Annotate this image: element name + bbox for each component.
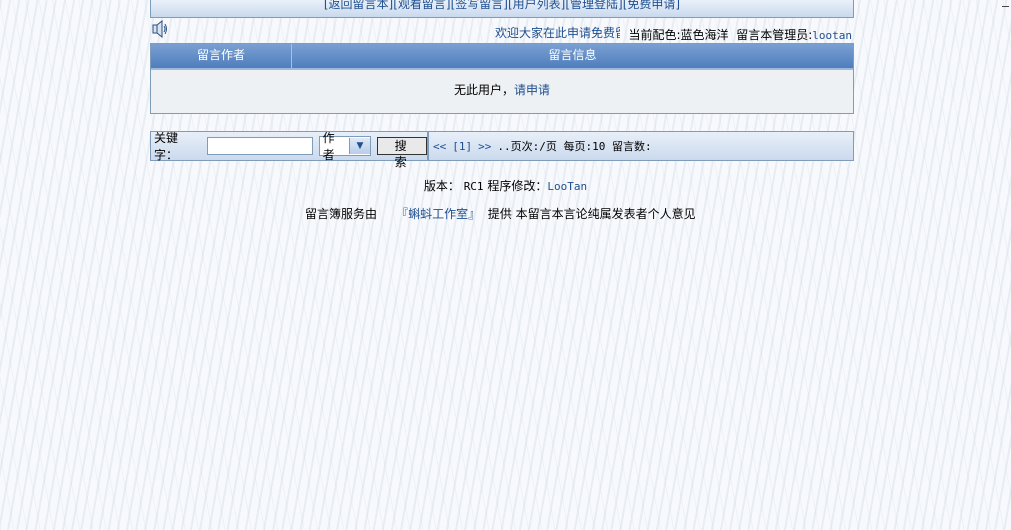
search-field-select[interactable]: 作者 ▼ [318,131,372,162]
nav-view-messages[interactable]: [观看留言] [393,0,450,11]
column-info: 留言信息 [548,48,597,62]
table-message: 无此用户，请申请 [151,70,853,110]
modify-label: 程序修改： [487,179,548,193]
nav-user-list[interactable]: [用户列表] [508,0,565,11]
nav-free-apply[interactable]: [免费申请] [623,0,680,11]
version-value: RC1 [463,180,484,193]
admin-label: 留言本管理员: [736,28,813,42]
select-value: 作者 [322,131,335,162]
service-suffix: 提供 本留言本言论纯属发表者个人意见 [487,207,696,221]
search-form: 关键字： 作者 ▼ 搜 索 [151,131,429,169]
column-author: 留言作者 [151,44,292,68]
scheme-value: 蓝色海洋 [680,28,729,42]
welcome-marquee: 欢迎大家在此申请免费留言本 [495,26,620,40]
message-table: 留言作者 留言信息 无此用户，请申请 [150,43,854,114]
studio-link[interactable]: 『蝌蚪工作室』 [396,207,480,221]
service-line: 留言簿服务由 『蝌蚪工作室』 提供 本留言本言论纯属发表者个人意见 [305,205,696,222]
scheme-label: 当前配色: [628,28,681,42]
page-info: ..页次:/页 每页:10 留言数: [497,140,652,153]
chevron-down-icon[interactable]: ▼ [348,138,371,154]
keyword-label: 关键字： [154,131,179,162]
top-nav-bar: [返回留言本][观看留言][签写留言][用户列表][管理登陆][免费申请] [150,0,854,18]
first-page-link[interactable]: << [433,140,446,153]
service-prefix: 留言簿服务由 [305,207,378,221]
apply-link[interactable]: 请申请 [514,83,550,97]
speaker-icon [152,19,168,39]
no-user-text: 无此用户， [453,83,514,97]
nav-admin-login[interactable]: [管理登陆] [565,0,622,11]
window-edge-mark [1002,6,1009,7]
last-page-link[interactable]: >> [478,140,491,153]
keyword-input[interactable] [206,137,313,155]
nav-write-message[interactable]: [签写留言] [451,0,508,11]
modifier-link[interactable]: LooTan [547,180,587,193]
version-label: 版本： [423,179,460,193]
table-header: 留言作者 留言信息 [151,44,853,70]
color-scheme-info: 当前配色:蓝色海洋 留言本管理员:lootan [629,26,853,43]
welcome-row: 欢迎大家在此申请免费留言本 当前配色:蓝色海洋 留言本管理员:lootan [150,19,853,43]
nav-back-guestbook[interactable]: [返回留言本] [324,0,393,11]
version-line: 版本： RC1 程序修改：LooTan [0,177,1011,194]
admin-name-link[interactable]: lootan [812,29,852,42]
search-bar: 关键字： 作者 ▼ 搜 索 << [1] >> ..页次:/页 每页:10 留言… [150,131,854,169]
pagination: << [1] >> ..页次:/页 每页:10 留言数: [429,132,853,160]
page-1-link[interactable]: [1] [452,140,472,153]
search-button[interactable]: 搜 索 [377,137,427,169]
